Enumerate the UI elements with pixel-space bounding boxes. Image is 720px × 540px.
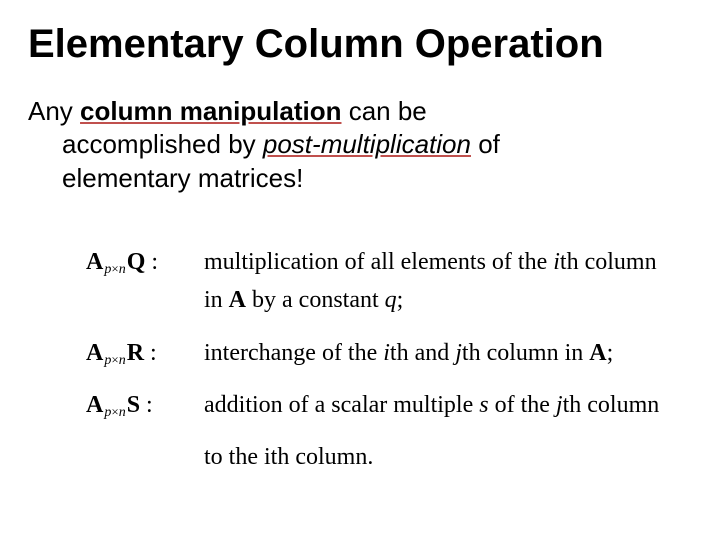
matrix-A: A xyxy=(86,392,103,418)
r-t1: interchange of the xyxy=(204,340,383,366)
text-of: of xyxy=(471,129,500,159)
def-row-Q: Ap×nQ : multiplication of all elements o… xyxy=(86,243,692,320)
def-text-Q: multiplication of all elements of the it… xyxy=(204,243,692,320)
colon: : xyxy=(145,249,158,275)
keyword-post-multiplication: post-multiplication xyxy=(263,129,471,159)
q-line2a: in xyxy=(204,287,229,313)
body-paragraph: Any column manipulation can be accomplis… xyxy=(28,95,692,195)
matrix-A: A xyxy=(86,340,103,366)
matrix-A-inline: A xyxy=(229,287,246,313)
symbol-AS: Ap×nS : xyxy=(86,386,204,424)
s-t3: th column xyxy=(563,392,660,418)
matrix-R: R xyxy=(127,340,144,366)
def-row-R: Ap×nR : interchange of the ith and jth c… xyxy=(86,334,692,372)
q-line2c: ; xyxy=(397,287,404,313)
q-line1b: th column xyxy=(560,249,657,275)
text-accomplished-by: accomplished by xyxy=(62,129,263,159)
def-text-R: interchange of the ith and jth column in… xyxy=(204,334,692,372)
def-text-S: addition of a scalar multiple s of the j… xyxy=(204,386,692,424)
var-q: q xyxy=(385,287,397,313)
subscript-pxn: p×n xyxy=(103,262,126,277)
symbol-AQ: Ap×nQ : xyxy=(86,243,204,281)
sub-times: × xyxy=(111,261,118,276)
colon: : xyxy=(140,392,153,418)
s-t5: th column. xyxy=(271,444,374,470)
text-any: Any xyxy=(28,96,80,126)
matrix-Q: Q xyxy=(127,249,146,275)
sub-times: × xyxy=(111,404,118,419)
s-t1: addition of a scalar multiple xyxy=(204,392,479,418)
var-i: i xyxy=(383,340,390,366)
var-i: i xyxy=(264,444,271,470)
text-elementary-matrices: elementary matrices! xyxy=(62,162,692,195)
matrix-A-inline: A xyxy=(589,340,606,366)
sub-n: n xyxy=(119,353,126,368)
def-text-S-line2: to the ith column. xyxy=(204,438,692,476)
var-i: i xyxy=(553,249,560,275)
s-t2: of the xyxy=(489,392,556,418)
matrix-A: A xyxy=(86,249,103,275)
def-row-S: Ap×nS : addition of a scalar multiple s … xyxy=(86,386,692,424)
slide-title: Elementary Column Operation xyxy=(28,22,692,67)
sub-n: n xyxy=(119,262,126,277)
var-j: j xyxy=(455,340,462,366)
symbol-AR: Ap×nR : xyxy=(86,334,204,372)
q-line2b: by a constant xyxy=(246,287,385,313)
subscript-pxn: p×n xyxy=(103,405,126,420)
subscript-pxn: p×n xyxy=(103,353,126,368)
colon: : xyxy=(144,340,157,366)
definitions-block: Ap×nQ : multiplication of all elements o… xyxy=(86,243,692,477)
keyword-column-manipulation: column manipulation xyxy=(80,96,341,126)
sub-n: n xyxy=(119,405,126,420)
var-j: j xyxy=(556,392,563,418)
text-can-be: can be xyxy=(341,96,426,126)
slide: Elementary Column Operation Any column m… xyxy=(0,0,720,540)
r-t2: th and xyxy=(390,340,455,366)
matrix-S: S xyxy=(127,392,140,418)
q-line1a: multiplication of all elements of the xyxy=(204,249,553,275)
var-s: s xyxy=(479,392,488,418)
r-t4: ; xyxy=(607,340,614,366)
sub-times: × xyxy=(111,352,118,367)
r-t3: th column in xyxy=(462,340,589,366)
s-t4: to the xyxy=(204,444,264,470)
